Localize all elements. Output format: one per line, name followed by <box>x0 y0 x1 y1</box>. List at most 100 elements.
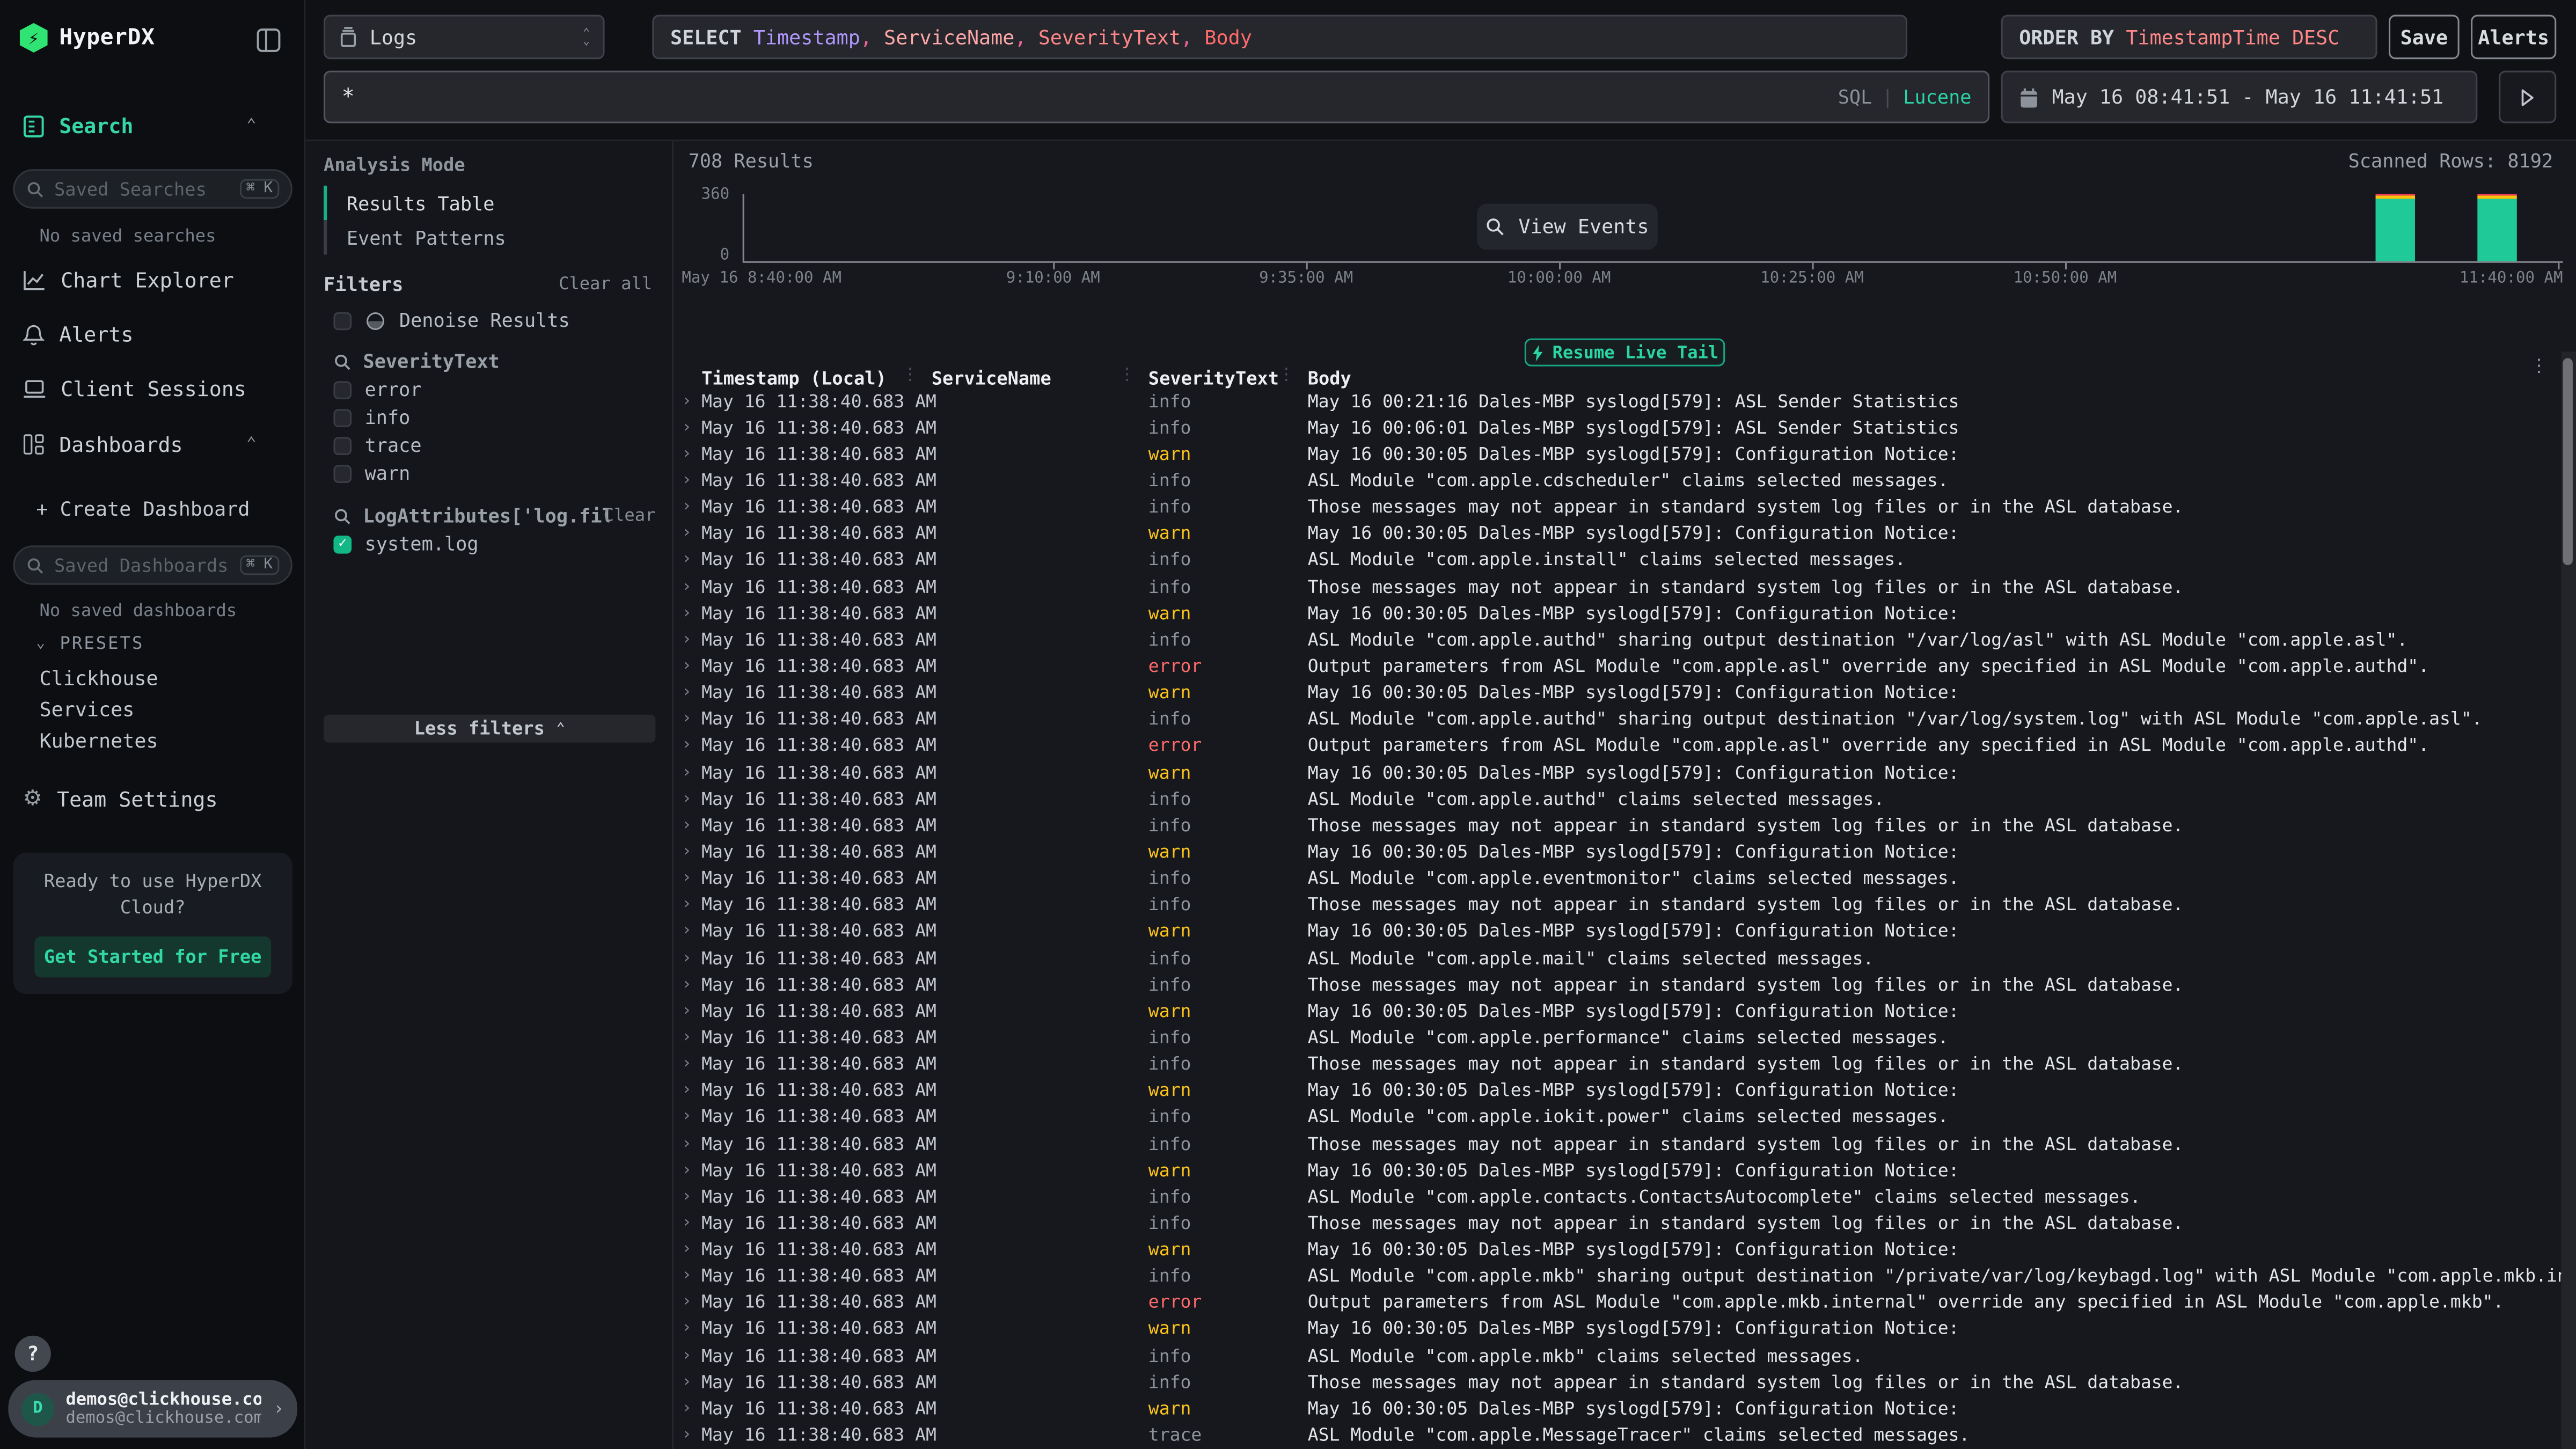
toggle-lucene[interactable]: Lucene <box>1903 85 1971 108</box>
table-row[interactable]: ›May 16 11:38:40.683 AMinfoThose message… <box>674 573 2566 599</box>
row-expand-chevron-icon[interactable]: › <box>674 1028 701 1046</box>
toggle-sql[interactable]: SQL <box>1838 85 1872 108</box>
presets-section[interactable]: ⌄ PRESETS <box>36 634 144 654</box>
row-expand-chevron-icon[interactable]: › <box>674 577 701 596</box>
row-expand-chevron-icon[interactable]: › <box>674 975 701 993</box>
logfile-option-system.log[interactable]: ✓system.log <box>333 532 478 555</box>
table-row[interactable]: ›May 16 11:38:40.683 AMinfoASL Module "c… <box>674 626 2566 653</box>
row-expand-chevron-icon[interactable]: › <box>674 392 701 410</box>
sidebar-item-chart-explorer[interactable]: Chart Explorer <box>23 268 234 292</box>
severity-filter-group-header[interactable]: SeverityText <box>333 350 629 373</box>
source-select[interactable]: Logs ⌃⌄ <box>324 15 604 60</box>
row-expand-chevron-icon[interactable]: › <box>674 472 701 490</box>
column-resize-handle[interactable]: ⋮ <box>902 367 919 385</box>
sidebar-item-client-sessions[interactable]: Client Sessions <box>23 376 246 401</box>
row-expand-chevron-icon[interactable]: › <box>674 1081 701 1100</box>
row-expand-chevron-icon[interactable]: › <box>674 684 701 702</box>
time-range-picker[interactable]: May 16 08:41:51 - May 16 11:41:51 <box>2001 71 2478 123</box>
row-expand-chevron-icon[interactable]: › <box>674 1188 701 1206</box>
table-row[interactable]: ›May 16 11:38:40.683 AMinfoASL Module "c… <box>674 467 2566 494</box>
table-row[interactable]: ›May 16 11:38:40.683 AMwarnMay 16 00:30:… <box>674 441 2566 467</box>
scrollbar-thumb[interactable] <box>2563 358 2573 565</box>
row-expand-chevron-icon[interactable]: › <box>674 657 701 675</box>
row-expand-chevron-icon[interactable]: › <box>674 949 701 967</box>
brand-logo[interactable]: ⚡ HyperDX <box>20 23 155 53</box>
col-timestamp[interactable]: Timestamp (Local)⋮ <box>701 368 932 390</box>
table-row[interactable]: ›May 16 11:38:40.683 AMerrorOutput param… <box>674 1289 2566 1315</box>
table-row[interactable]: ›May 16 11:38:40.683 AMwarnMay 16 00:30:… <box>674 759 2566 785</box>
row-expand-chevron-icon[interactable]: › <box>674 922 701 940</box>
severity-option-error[interactable]: error <box>333 378 421 401</box>
row-expand-chevron-icon[interactable]: › <box>674 1426 701 1444</box>
order-by-input[interactable]: ORDER BY TimestampTime DESC <box>2001 15 2377 60</box>
table-row[interactable]: ›May 16 11:38:40.683 AMinfoASL Module "c… <box>674 865 2566 891</box>
row-expand-chevron-icon[interactable]: › <box>674 1214 701 1232</box>
table-row[interactable]: ›May 16 11:38:40.683 AMwarnMay 16 00:30:… <box>674 918 2566 945</box>
row-expand-chevron-icon[interactable]: › <box>674 896 701 914</box>
row-expand-chevron-icon[interactable]: › <box>674 1346 701 1365</box>
table-row[interactable]: ›May 16 11:38:40.683 AMwarnMay 16 00:30:… <box>674 838 2566 865</box>
table-row[interactable]: ›May 16 11:38:40.683 AMwarnMay 16 00:30:… <box>674 1316 2566 1342</box>
row-expand-chevron-icon[interactable]: › <box>674 869 701 888</box>
table-row[interactable]: ›May 16 11:38:40.683 AMwarnMay 16 00:30:… <box>674 1157 2566 1183</box>
search-query-input[interactable]: * SQL|Lucene <box>324 71 1989 123</box>
row-expand-chevron-icon[interactable]: › <box>674 498 701 516</box>
table-row[interactable]: ›May 16 11:38:40.683 AMinfoMay 16 00:21:… <box>674 387 2566 414</box>
table-row[interactable]: ›May 16 11:38:40.683 AMinfoASL Module "c… <box>674 706 2566 732</box>
table-row[interactable]: ›May 16 11:38:40.683 AMinfoASL Module "c… <box>674 1104 2566 1130</box>
table-row[interactable]: ›May 16 11:38:40.683 AMinfoASL Module "c… <box>674 945 2566 971</box>
table-row[interactable]: ›May 16 11:38:40.683 AMwarnMay 16 00:30:… <box>674 1236 2566 1263</box>
col-servicename[interactable]: ServiceName⋮ <box>932 368 1148 390</box>
help-button[interactable]: ? <box>15 1336 51 1372</box>
row-expand-chevron-icon[interactable]: › <box>674 1293 701 1312</box>
row-expand-chevron-icon[interactable]: › <box>674 1267 701 1285</box>
table-row[interactable]: ›May 16 11:38:40.683 AMinfoMay 16 00:06:… <box>674 414 2566 441</box>
resume-live-tail-button[interactable]: Resume Live Tail <box>1525 339 1725 367</box>
col-body[interactable]: Body <box>1308 368 2555 390</box>
clear-group-link[interactable]: Clear <box>604 506 656 526</box>
table-row[interactable]: ›May 16 11:38:40.683 AMinfoThose message… <box>674 1369 2566 1395</box>
table-row[interactable]: ›May 16 11:38:40.683 AMinfoASL Module "c… <box>674 1024 2566 1050</box>
preset-link-services[interactable]: Services <box>39 695 158 726</box>
get-started-button[interactable]: Get Started for Free <box>34 936 271 978</box>
preset-link-clickhouse[interactable]: Clickhouse <box>39 664 158 695</box>
sidebar-item-team-settings[interactable]: ⚙ Team Settings <box>23 787 218 811</box>
row-expand-chevron-icon[interactable]: › <box>674 789 701 808</box>
row-expand-chevron-icon[interactable]: › <box>674 1320 701 1338</box>
sidebar-item-search[interactable]: Search ⌃ <box>23 113 134 138</box>
row-expand-chevron-icon[interactable]: › <box>674 816 701 835</box>
row-expand-chevron-icon[interactable]: › <box>674 524 701 543</box>
row-expand-chevron-icon[interactable]: › <box>674 737 701 755</box>
select-query-input[interactable]: SELECT Timestamp, ServiceName, SeverityT… <box>652 15 1907 60</box>
row-expand-chevron-icon[interactable]: › <box>674 551 701 569</box>
table-row[interactable]: ›May 16 11:38:40.683 AMwarnMay 16 00:30:… <box>674 520 2566 546</box>
sidebar-item-dashboards[interactable]: Dashboards⌃ <box>23 432 183 457</box>
row-expand-chevron-icon[interactable]: › <box>674 631 701 649</box>
table-row[interactable]: ›May 16 11:38:40.683 AMinfoASL Module "c… <box>674 1183 2566 1210</box>
row-expand-chevron-icon[interactable]: › <box>674 1135 701 1153</box>
checkbox[interactable] <box>333 464 352 482</box>
severity-option-info[interactable]: info <box>333 406 410 429</box>
row-expand-chevron-icon[interactable]: › <box>674 1373 701 1391</box>
column-resize-handle[interactable]: ⋮ <box>1278 367 1295 385</box>
scrollbar[interactable] <box>2561 352 2576 1449</box>
checkbox[interactable] <box>333 408 352 427</box>
save-button[interactable]: Save <box>2389 15 2460 60</box>
live-tail-play-button[interactable] <box>2499 71 2556 123</box>
table-row[interactable]: ›May 16 11:38:40.683 AMinfoThose message… <box>674 1130 2566 1157</box>
less-filters-button[interactable]: Less filters ⌃ <box>324 715 655 743</box>
table-row[interactable]: ›May 16 11:38:40.683 AMerrorOutput param… <box>674 653 2566 679</box>
table-row[interactable]: ›May 16 11:38:40.683 AMinfoThose message… <box>674 812 2566 838</box>
table-row[interactable]: ›May 16 11:38:40.683 AMerrorOutput param… <box>674 733 2566 759</box>
row-expand-chevron-icon[interactable]: › <box>674 710 701 728</box>
table-row[interactable]: ›May 16 11:38:40.683 AMwarnMay 16 00:30:… <box>674 1395 2566 1422</box>
column-resize-handle[interactable]: ⋮ <box>1119 367 1136 385</box>
table-row[interactable]: ›May 16 11:38:40.683 AMinfoThose message… <box>674 1051 2566 1077</box>
create-dashboard-button[interactable]: + Create Dashboard <box>36 498 250 521</box>
checkbox[interactable] <box>333 436 352 455</box>
histogram-bar-11-35-00-AM[interactable] <box>2477 141 2516 260</box>
table-row[interactable]: ›May 16 11:38:40.683 AMinfoThose message… <box>674 971 2566 997</box>
row-expand-chevron-icon[interactable]: › <box>674 1400 701 1418</box>
col-severitytext[interactable]: SeverityText⋮ <box>1148 368 1308 390</box>
row-expand-chevron-icon[interactable]: › <box>674 1240 701 1258</box>
